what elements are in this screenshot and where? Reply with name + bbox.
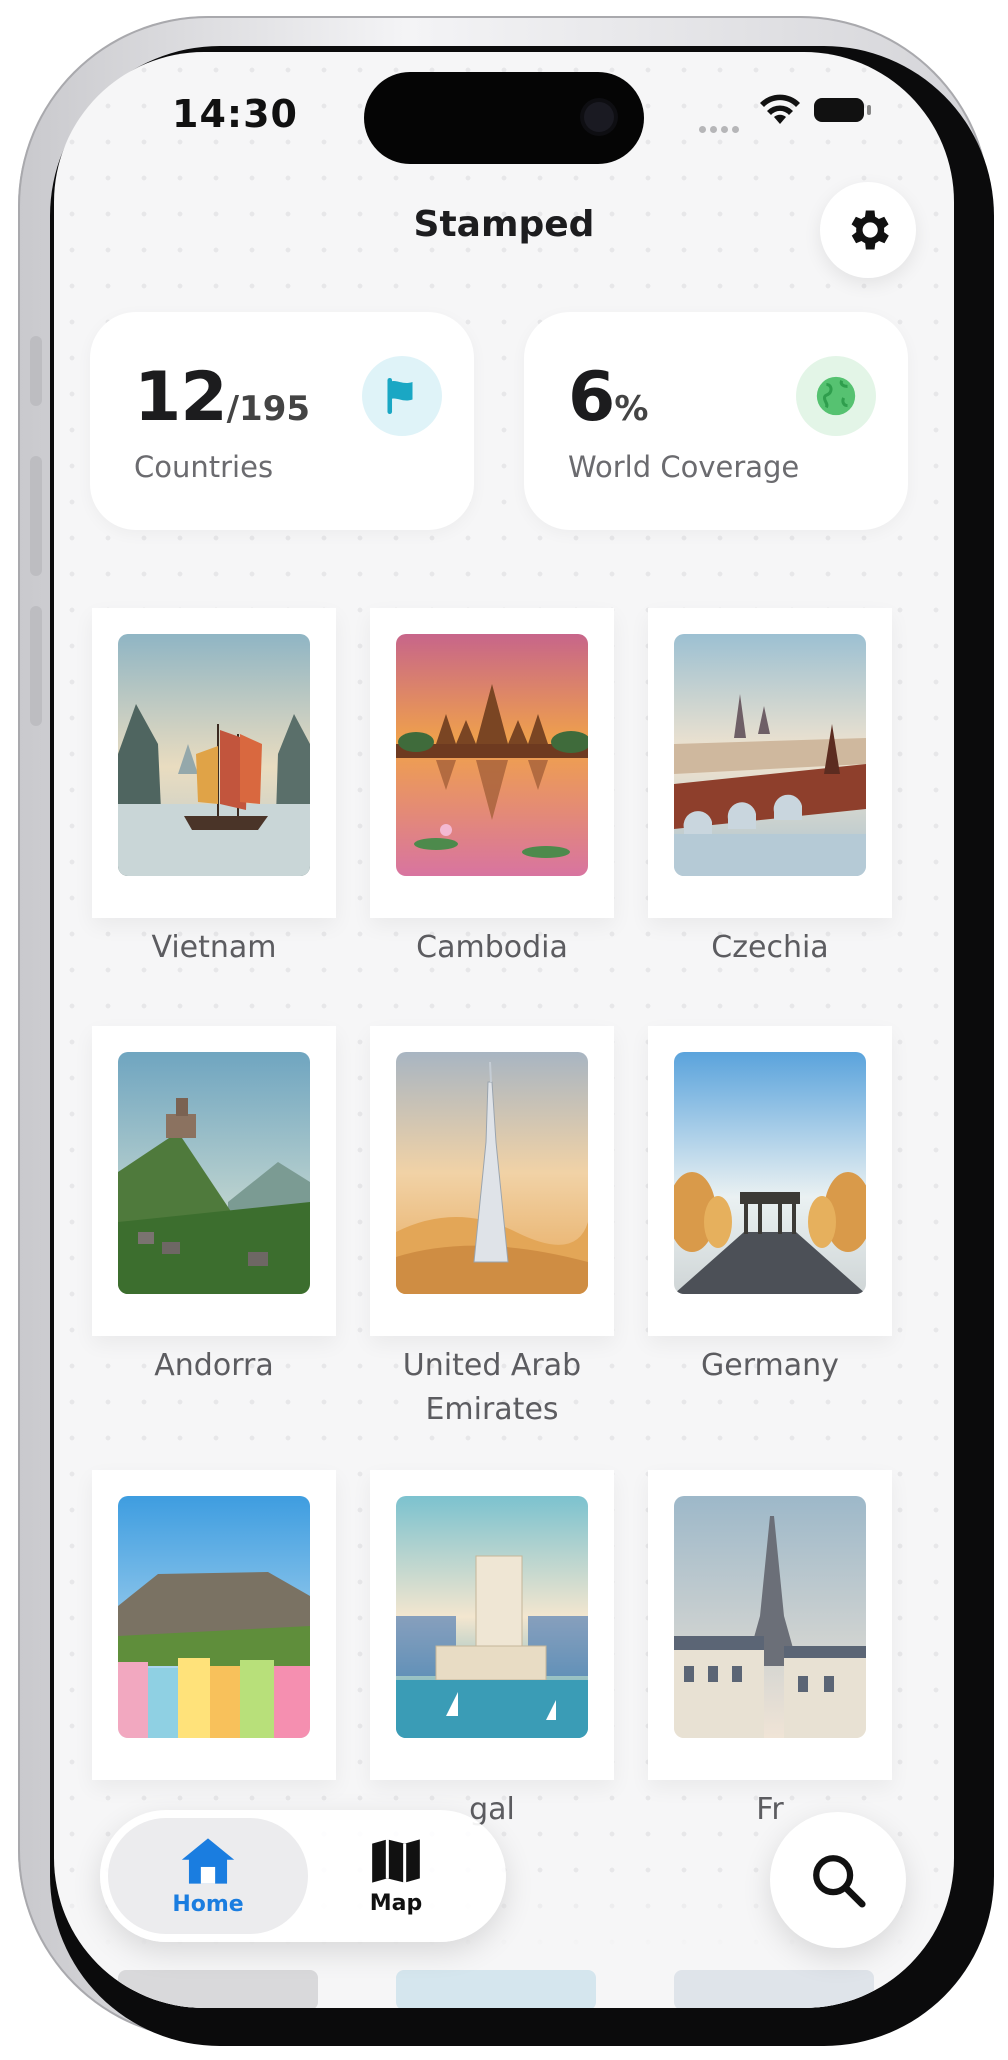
stamp-uae[interactable] (361, 1017, 623, 1345)
map-icon (372, 1838, 420, 1883)
burj-khalifa-illustration (396, 1052, 588, 1294)
status-bar: 14:30 (54, 52, 954, 164)
stamp-vietnam[interactable] (83, 599, 345, 927)
charles-bridge-illustration (674, 634, 866, 876)
stamp-label-czechia: Czechia (711, 930, 829, 965)
junk-boat-bay-illustration (118, 634, 310, 876)
brandenburg-gate-illustration (674, 1052, 866, 1294)
stamp-label-uae: United Arab Emirates (402, 1348, 582, 1427)
stamp-czechia[interactable] (639, 599, 901, 927)
globe-icon (816, 376, 856, 416)
flag-badge (362, 356, 442, 436)
coverage-percent: 6% (568, 358, 649, 437)
stamp-label-cambodia: Cambodia (416, 930, 568, 965)
search-icon (813, 1855, 866, 1908)
gear-icon (851, 210, 889, 250)
dynamic-island (364, 72, 644, 164)
home-icon (181, 1837, 235, 1884)
countries-label: Countries (134, 450, 274, 484)
stamp-peek-left (118, 1970, 318, 2008)
settings-button[interactable] (820, 182, 916, 278)
flag-icon (387, 377, 413, 415)
stamp-germany[interactable] (639, 1017, 901, 1345)
coverage-label: World Coverage (568, 450, 800, 484)
stamp-peek-right (674, 1970, 874, 2008)
eiffel-tower-illustration (674, 1496, 866, 1738)
tab-map-label: Map (369, 1890, 423, 1916)
battery-icon (814, 98, 871, 122)
volume-up-button (30, 456, 42, 576)
volume-down-button (30, 606, 42, 726)
countries-stat-card[interactable]: 12/195 Countries (90, 312, 474, 530)
stamp-france[interactable] (639, 1461, 901, 1789)
stamp-south-africa[interactable] (83, 1461, 345, 1789)
mute-switch (30, 336, 42, 406)
stamp-cambodia[interactable] (361, 599, 623, 927)
status-time: 14:30 (172, 92, 298, 136)
page-title: Stamped (413, 204, 595, 245)
stamp-portugal[interactable] (361, 1461, 623, 1789)
countries-count: 12/195 (134, 358, 311, 437)
table-mountain-illustration (118, 1496, 310, 1738)
mountain-church-illustration (118, 1052, 310, 1294)
stamp-label-andorra: Andorra (154, 1348, 274, 1383)
globe-badge (796, 356, 876, 436)
stamp-label-vietnam: Vietnam (151, 930, 277, 965)
tab-bar: Home Map (100, 1810, 506, 1942)
tab-map[interactable]: Map (296, 1818, 496, 1934)
world-coverage-stat-card[interactable]: 6% World Coverage (524, 312, 908, 530)
stamp-label-germany: Germany (701, 1348, 839, 1383)
stamp-peek-middle (396, 1970, 596, 2008)
app-screen: 14:30 Stamped 12/195 Countries 6% World … (54, 52, 954, 2008)
belem-tower-illustration (396, 1496, 588, 1738)
search-button[interactable] (770, 1812, 906, 1948)
angkor-wat-illustration (396, 634, 588, 876)
tab-home-label: Home (172, 1891, 244, 1917)
tab-home[interactable]: Home (108, 1818, 308, 1934)
cellular-signal-icon (699, 118, 743, 133)
camera-icon (584, 102, 614, 132)
wifi-icon (760, 94, 800, 124)
stamp-andorra[interactable] (83, 1017, 345, 1345)
